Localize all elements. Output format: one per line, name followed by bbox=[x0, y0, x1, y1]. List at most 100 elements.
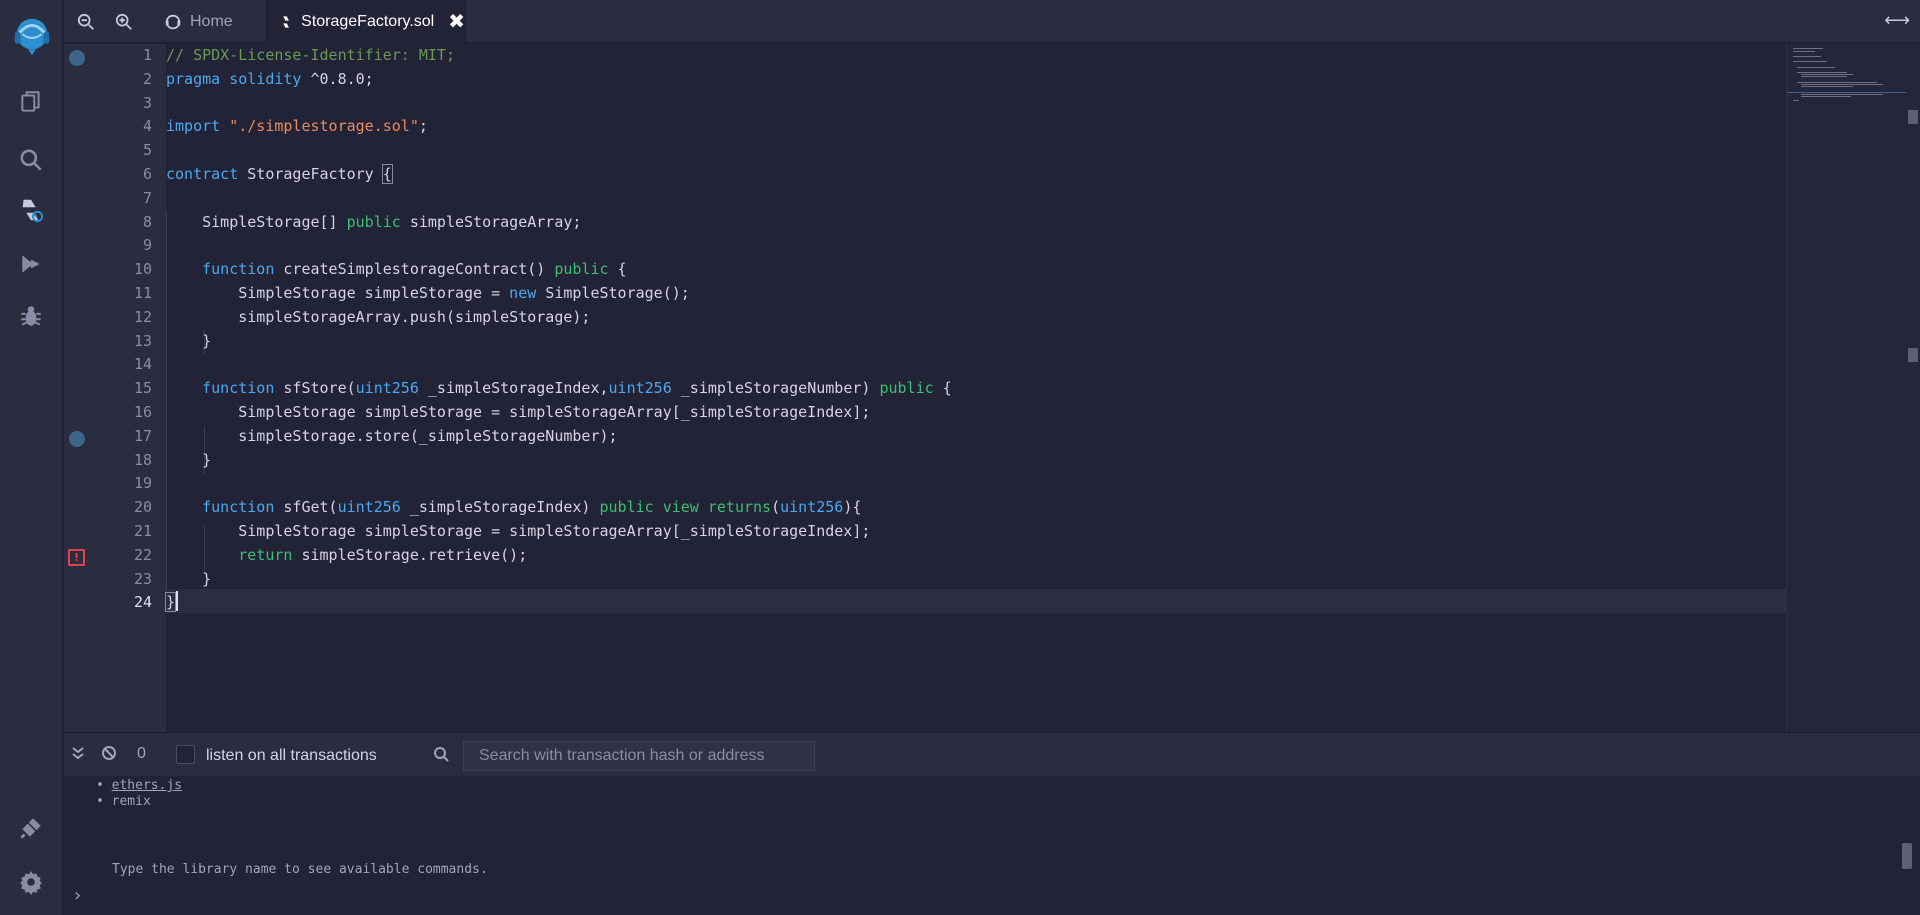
line-number[interactable]: 16 bbox=[112, 403, 152, 421]
search-icon bbox=[433, 746, 449, 767]
code-line[interactable]: } bbox=[166, 449, 211, 473]
line-number[interactable]: 4 bbox=[112, 117, 152, 135]
code-token: SimpleStorage simpleStorage = simpleStor… bbox=[166, 522, 871, 540]
line-number[interactable]: 11 bbox=[112, 284, 152, 302]
code-token: function bbox=[202, 379, 275, 398]
line-number[interactable]: 23 bbox=[112, 570, 152, 588]
settings-icon[interactable] bbox=[13, 864, 49, 900]
code-token: { bbox=[381, 164, 393, 184]
line-number[interactable]: 15 bbox=[112, 379, 152, 397]
line-number[interactable]: 22 bbox=[112, 546, 152, 564]
tab-storagefactory[interactable]: StorageFactory.sol ✖ bbox=[266, 0, 466, 43]
deploy-run-icon[interactable] bbox=[13, 246, 49, 282]
code-line[interactable]: pragma solidity ^0.8.0; bbox=[166, 68, 374, 92]
terminal-scrollbar[interactable] bbox=[1902, 843, 1912, 869]
terminal-panel: 0 listen on all transactions • ethers.js… bbox=[64, 732, 1920, 915]
code-token: } bbox=[166, 569, 212, 588]
code-line[interactable]: SimpleStorage[] public simpleStorageArra… bbox=[166, 211, 581, 235]
code-line[interactable]: } bbox=[166, 568, 211, 592]
terminal-prompt[interactable]: › bbox=[74, 885, 81, 906]
tab-home[interactable]: Home bbox=[156, 0, 266, 43]
editor-scrollbar[interactable] bbox=[1906, 44, 1920, 732]
code-token: _simpleStorageNumber) bbox=[671, 379, 880, 398]
listen-checkbox[interactable] bbox=[176, 745, 195, 764]
code-token: SimpleStorage simpleStorage = bbox=[166, 284, 510, 302]
remix-logo-icon[interactable] bbox=[8, 12, 56, 60]
code-line[interactable]: return simpleStorage.retrieve(); bbox=[166, 544, 527, 568]
code-line[interactable]: SimpleStorage simpleStorage = simpleStor… bbox=[166, 520, 870, 544]
line-number[interactable]: 1 bbox=[112, 46, 152, 64]
error-icon[interactable]: ! bbox=[68, 548, 85, 566]
library-link-ethers[interactable]: ethers.js bbox=[112, 778, 182, 793]
zoom-in-icon[interactable] bbox=[112, 10, 136, 34]
debugger-icon[interactable] bbox=[13, 298, 49, 334]
line-number[interactable]: 12 bbox=[112, 308, 152, 326]
code-token: function bbox=[202, 498, 275, 517]
listen-label: listen on all transactions bbox=[206, 747, 377, 764]
line-number[interactable]: 18 bbox=[112, 451, 152, 469]
line-number[interactable]: 21 bbox=[112, 522, 152, 540]
line-number[interactable]: 20 bbox=[112, 498, 152, 516]
code-line[interactable]: SimpleStorage simpleStorage = new Simple… bbox=[166, 282, 690, 306]
code-token: // SPDX-License-Identifier: MIT; bbox=[166, 46, 455, 64]
code-token: simpleStorageArray; bbox=[400, 212, 582, 231]
line-number[interactable]: 2 bbox=[112, 70, 152, 88]
line-number[interactable]: 10 bbox=[112, 260, 152, 278]
code-line[interactable]: // SPDX-License-Identifier: MIT; bbox=[166, 44, 455, 68]
tab-file-label: StorageFactory.sol bbox=[301, 12, 435, 30]
library-item: • ethers.js bbox=[96, 778, 183, 793]
code-token: uint256 bbox=[780, 498, 844, 517]
chevrons-down-icon[interactable] bbox=[70, 745, 86, 766]
line-number[interactable]: 13 bbox=[112, 332, 152, 350]
plugin-manager-icon[interactable] bbox=[13, 810, 49, 846]
line-number[interactable]: 19 bbox=[112, 474, 152, 492]
line-number[interactable]: 6 bbox=[112, 165, 152, 183]
line-number[interactable]: 14 bbox=[112, 355, 152, 373]
code-token: ; bbox=[418, 117, 428, 136]
home-remix-icon bbox=[165, 14, 181, 29]
code-line[interactable]: } bbox=[164, 591, 177, 615]
line-number[interactable]: 3 bbox=[112, 94, 152, 112]
expand-editor-icon[interactable]: ⟷ bbox=[1884, 10, 1910, 31]
clear-console-icon[interactable] bbox=[101, 745, 117, 766]
library-item: • remix bbox=[96, 794, 151, 809]
code-line[interactable]: simpleStorage.store(_simpleStorageNumber… bbox=[166, 425, 618, 449]
close-tab-icon[interactable]: ✖ bbox=[448, 9, 465, 34]
code-line[interactable]: function sfGet(uint256 _simpleStorageInd… bbox=[166, 496, 861, 520]
code-line[interactable]: import "./simplestorage.sol"; bbox=[166, 115, 428, 139]
code-token: simpleStorage.store(_simpleStorageNumber… bbox=[166, 426, 618, 445]
file-explorer-icon[interactable] bbox=[13, 84, 49, 120]
code-editor[interactable]: 1 2 3 4 5 6 7 8 9 10 11 12 13 14 15 16 17 18 19 20 21 22 23 24!… bbox=[64, 44, 1920, 732]
line-number[interactable]: 24 bbox=[112, 593, 152, 611]
code-line[interactable]: contract StorageFactory { bbox=[166, 163, 393, 187]
code-line[interactable]: } bbox=[166, 330, 211, 354]
minimap[interactable] bbox=[1786, 44, 1907, 732]
code-line[interactable]: SimpleStorage simpleStorage = simpleStor… bbox=[166, 401, 870, 425]
code-line[interactable]: function sfStore(uint256 _simpleStorageI… bbox=[166, 377, 952, 401]
code-line[interactable]: simpleStorageArray.push(simpleStorage); bbox=[166, 306, 590, 330]
code-token: simpleStorageArray.push(simpleStorage); bbox=[166, 307, 591, 326]
line-number[interactable]: 5 bbox=[112, 141, 152, 159]
code-token: uint256 bbox=[337, 498, 401, 517]
line-number[interactable]: 9 bbox=[112, 236, 152, 254]
line-number[interactable]: 7 bbox=[112, 189, 152, 207]
code-line[interactable]: function createSimplestorageContract() p… bbox=[166, 258, 626, 282]
breakpoint-marker[interactable] bbox=[69, 50, 85, 66]
code-token: } bbox=[164, 592, 177, 613]
solidity-compiler-icon[interactable] bbox=[13, 192, 49, 228]
search-icon[interactable] bbox=[13, 142, 49, 178]
line-number[interactable]: 17 bbox=[112, 427, 152, 445]
transaction-search-input[interactable] bbox=[463, 741, 815, 771]
breakpoint-marker[interactable] bbox=[69, 430, 85, 447]
tab-home-label: Home bbox=[190, 12, 233, 30]
terminal-toolbar: 0 listen on all transactions bbox=[64, 733, 1920, 776]
code-area[interactable]: // SPDX-License-Identifier: MIT; pragma s… bbox=[164, 44, 1786, 732]
zoom-out-icon[interactable] bbox=[74, 10, 98, 34]
line-number[interactable]: 8 bbox=[112, 213, 152, 231]
code-token: ^0.8.0; bbox=[301, 69, 374, 88]
code-token: } bbox=[166, 331, 212, 350]
library-name-remix: remix bbox=[111, 794, 151, 809]
